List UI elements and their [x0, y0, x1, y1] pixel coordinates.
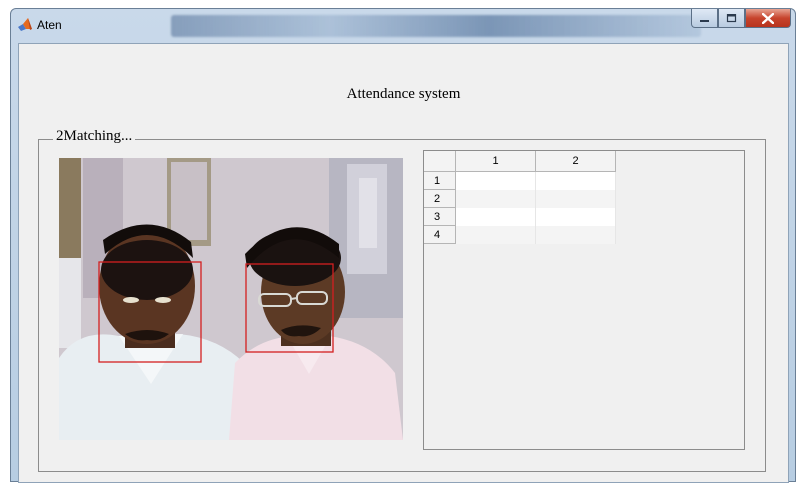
app-window: Aten Attendance system 2Matching... 1 2 …	[10, 8, 796, 483]
table-cell[interactable]	[456, 226, 536, 244]
table-cell[interactable]	[536, 172, 616, 190]
table-cell[interactable]	[456, 208, 536, 226]
row-header[interactable]: 1	[424, 172, 456, 190]
minimize-icon	[700, 19, 709, 22]
title-bar-background	[171, 15, 701, 37]
window-controls	[691, 9, 791, 29]
table-cell[interactable]	[536, 190, 616, 208]
table-cell[interactable]	[456, 190, 536, 208]
panel-title: 2Matching...	[53, 128, 136, 145]
camera-preview	[59, 158, 403, 440]
page-title: Attendance system	[346, 86, 461, 102]
table-cell[interactable]	[456, 172, 536, 190]
minimize-button[interactable]	[691, 9, 718, 28]
table-cell[interactable]	[536, 226, 616, 244]
window-title: Aten	[37, 18, 62, 32]
row-header[interactable]: 2	[424, 190, 456, 208]
maximize-icon	[726, 13, 737, 22]
column-header[interactable]: 2	[536, 151, 616, 172]
results-table[interactable]: 1 2 1 2 3 4	[423, 150, 745, 450]
table-corner	[424, 151, 456, 172]
figure-client-area: Attendance system 2Matching... 1 2 1 2 3…	[18, 43, 789, 483]
title-bar[interactable]: Aten	[11, 9, 795, 43]
close-icon	[762, 12, 774, 24]
row-header[interactable]: 3	[424, 208, 456, 226]
close-button[interactable]	[745, 9, 791, 28]
matlab-icon[interactable]	[17, 17, 33, 33]
row-header[interactable]: 4	[424, 226, 456, 244]
column-header[interactable]: 1	[456, 151, 536, 172]
maximize-button[interactable]	[718, 9, 745, 28]
table-cell[interactable]	[536, 208, 616, 226]
